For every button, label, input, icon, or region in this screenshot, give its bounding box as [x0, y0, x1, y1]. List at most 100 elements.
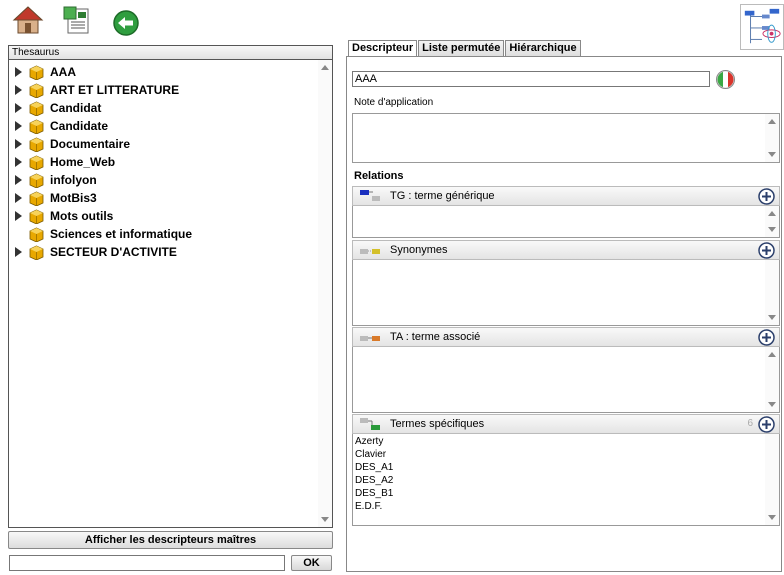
- expand-arrow-icon[interactable]: [14, 121, 23, 131]
- specific-terms-title: Termes spécifiques: [390, 418, 485, 430]
- tree-item-label: SECTEUR D'ACTIVITE: [50, 245, 177, 259]
- tab-hierarchique[interactable]: Hiérarchique: [505, 40, 581, 56]
- specific-term-icon: [360, 418, 380, 430]
- thesaurus-header: Thesaurus: [9, 46, 332, 60]
- generic-term-list[interactable]: [352, 206, 780, 238]
- tree-item[interactable]: Candidate: [9, 117, 332, 135]
- scroll-up-icon[interactable]: [768, 210, 776, 216]
- descriptor-term-field[interactable]: [352, 71, 710, 87]
- specific-terms-list[interactable]: Azerty Clavier DES_A1 DES_A2 DES_B1 E.D.F.: [352, 434, 780, 526]
- expand-arrow-icon[interactable]: [14, 211, 23, 221]
- folder-cube-icon: [29, 209, 44, 224]
- tree-item[interactable]: Sciences et informatique: [9, 225, 332, 243]
- expand-arrow-icon[interactable]: [14, 247, 23, 257]
- expand-arrow-icon[interactable]: [14, 85, 23, 95]
- specific-term-item[interactable]: DES_A1: [355, 461, 779, 474]
- expand-arrow-icon[interactable]: [14, 103, 23, 113]
- tab-descripteur[interactable]: Descripteur: [348, 40, 418, 57]
- tree-item-label: infolyon: [50, 173, 97, 187]
- scroll-down-icon[interactable]: [768, 515, 776, 521]
- ok-button[interactable]: OK: [291, 555, 332, 571]
- generic-term-title: TG : terme générique: [390, 190, 495, 202]
- specific-terms-count: 6: [747, 418, 753, 429]
- expand-arrow-icon[interactable]: [14, 67, 23, 77]
- scroll-down-icon[interactable]: [321, 517, 329, 523]
- scroll-down-icon[interactable]: [768, 315, 776, 321]
- tree-item[interactable]: Candidat: [9, 99, 332, 117]
- associated-term-section: TA : terme associé: [352, 327, 780, 413]
- folder-cube-icon: [29, 137, 44, 152]
- tree-item[interactable]: AAA: [9, 63, 332, 81]
- specific-term-item[interactable]: DES_B1: [355, 487, 779, 500]
- specific-terms-header: Termes spécifiques 6: [352, 414, 780, 434]
- app-window: Thesaurus AAA ART ET LITTERATURE Candidat C…: [0, 0, 784, 575]
- add-synonym-icon[interactable]: [758, 242, 775, 259]
- associated-term-title: TA : terme associé: [390, 331, 481, 343]
- note-scrollbar[interactable]: [765, 114, 779, 162]
- descriptor-search-input[interactable]: [9, 555, 285, 571]
- associated-term-scrollbar[interactable]: [765, 347, 779, 412]
- folder-cube-icon: [29, 191, 44, 206]
- thesaurus-panel: Thesaurus AAA ART ET LITTERATURE Candidat C…: [8, 45, 333, 528]
- scroll-down-icon[interactable]: [768, 402, 776, 408]
- tree-item-label: Home_Web: [50, 155, 116, 169]
- tree-item[interactable]: MotBis3: [9, 189, 332, 207]
- tree-item[interactable]: ART ET LITTERATURE: [9, 81, 332, 99]
- folder-cube-icon: [29, 245, 44, 260]
- add-generic-term-icon[interactable]: [758, 188, 775, 205]
- folder-cube-icon: [29, 119, 44, 134]
- scroll-up-icon[interactable]: [768, 351, 776, 357]
- expand-arrow-icon[interactable]: [14, 175, 23, 185]
- note-application-field[interactable]: [352, 113, 780, 163]
- thesaurus-network-logo: [740, 4, 784, 50]
- document-list-icon[interactable]: [62, 6, 92, 36]
- associated-term-list[interactable]: [352, 347, 780, 413]
- synonyms-header: Synonymes: [352, 240, 780, 260]
- add-specific-term-icon[interactable]: [758, 416, 775, 433]
- tree-item[interactable]: Home_Web: [9, 153, 332, 171]
- tab-bar: Descripteur Liste permutée Hiérarchique: [348, 40, 582, 57]
- synonym-icon: [360, 249, 380, 254]
- scroll-down-icon[interactable]: [768, 227, 776, 233]
- tree-item-label: AAA: [50, 65, 76, 79]
- tab-liste-permutee[interactable]: Liste permutée: [418, 40, 505, 56]
- show-master-descriptors-button[interactable]: Afficher les descripteurs maîtres: [8, 531, 333, 549]
- generic-term-scrollbar[interactable]: [765, 206, 779, 237]
- expand-arrow-icon[interactable]: [14, 139, 23, 149]
- specific-term-item[interactable]: E.D.F.: [355, 500, 779, 513]
- tree-item[interactable]: SECTEUR D'ACTIVITE: [9, 243, 332, 261]
- expand-arrow-icon[interactable]: [14, 157, 23, 167]
- thesaurus-tree: AAA ART ET LITTERATURE Candidat Candidate Do…: [9, 60, 332, 527]
- specific-term-item[interactable]: DES_A2: [355, 474, 779, 487]
- folder-cube-icon: [29, 83, 44, 98]
- italian-flag-icon[interactable]: [716, 70, 735, 89]
- tree-scrollbar[interactable]: [318, 60, 332, 527]
- synonyms-scrollbar[interactable]: [765, 260, 779, 325]
- tree-item[interactable]: Documentaire: [9, 135, 332, 153]
- scroll-down-icon[interactable]: [768, 152, 776, 158]
- home-icon[interactable]: [12, 4, 44, 36]
- folder-cube-icon: [29, 173, 44, 188]
- synonyms-list[interactable]: [352, 260, 780, 326]
- specific-term-item[interactable]: Azerty: [355, 435, 779, 448]
- specific-terms-scrollbar[interactable]: [765, 434, 779, 525]
- specific-terms-section: Termes spécifiques 6 Azerty Clavier DES_A1…: [352, 414, 780, 526]
- note-application-label: Note d'application: [354, 97, 434, 108]
- tree-item[interactable]: Mots outils: [9, 207, 332, 225]
- scroll-up-icon[interactable]: [321, 64, 329, 70]
- back-arrow-icon[interactable]: [112, 9, 140, 37]
- generic-term-icon: [360, 190, 380, 201]
- tree-item[interactable]: infolyon: [9, 171, 332, 189]
- specific-term-item[interactable]: Clavier: [355, 448, 779, 461]
- tree-item-label: Candidat: [50, 101, 102, 115]
- expand-arrow-icon[interactable]: [14, 193, 23, 203]
- associated-term-header: TA : terme associé: [352, 327, 780, 347]
- descriptor-panel: Note d'application Relations TG : terme …: [346, 56, 782, 572]
- synonyms-section: Synonymes: [352, 240, 780, 326]
- folder-cube-icon: [29, 155, 44, 170]
- tree-item-label: Mots outils: [50, 209, 114, 223]
- scroll-up-icon[interactable]: [768, 118, 776, 124]
- tree-item-label: ART ET LITTERATURE: [50, 83, 180, 97]
- add-associated-term-icon[interactable]: [758, 329, 775, 346]
- synonyms-title: Synonymes: [390, 244, 448, 256]
